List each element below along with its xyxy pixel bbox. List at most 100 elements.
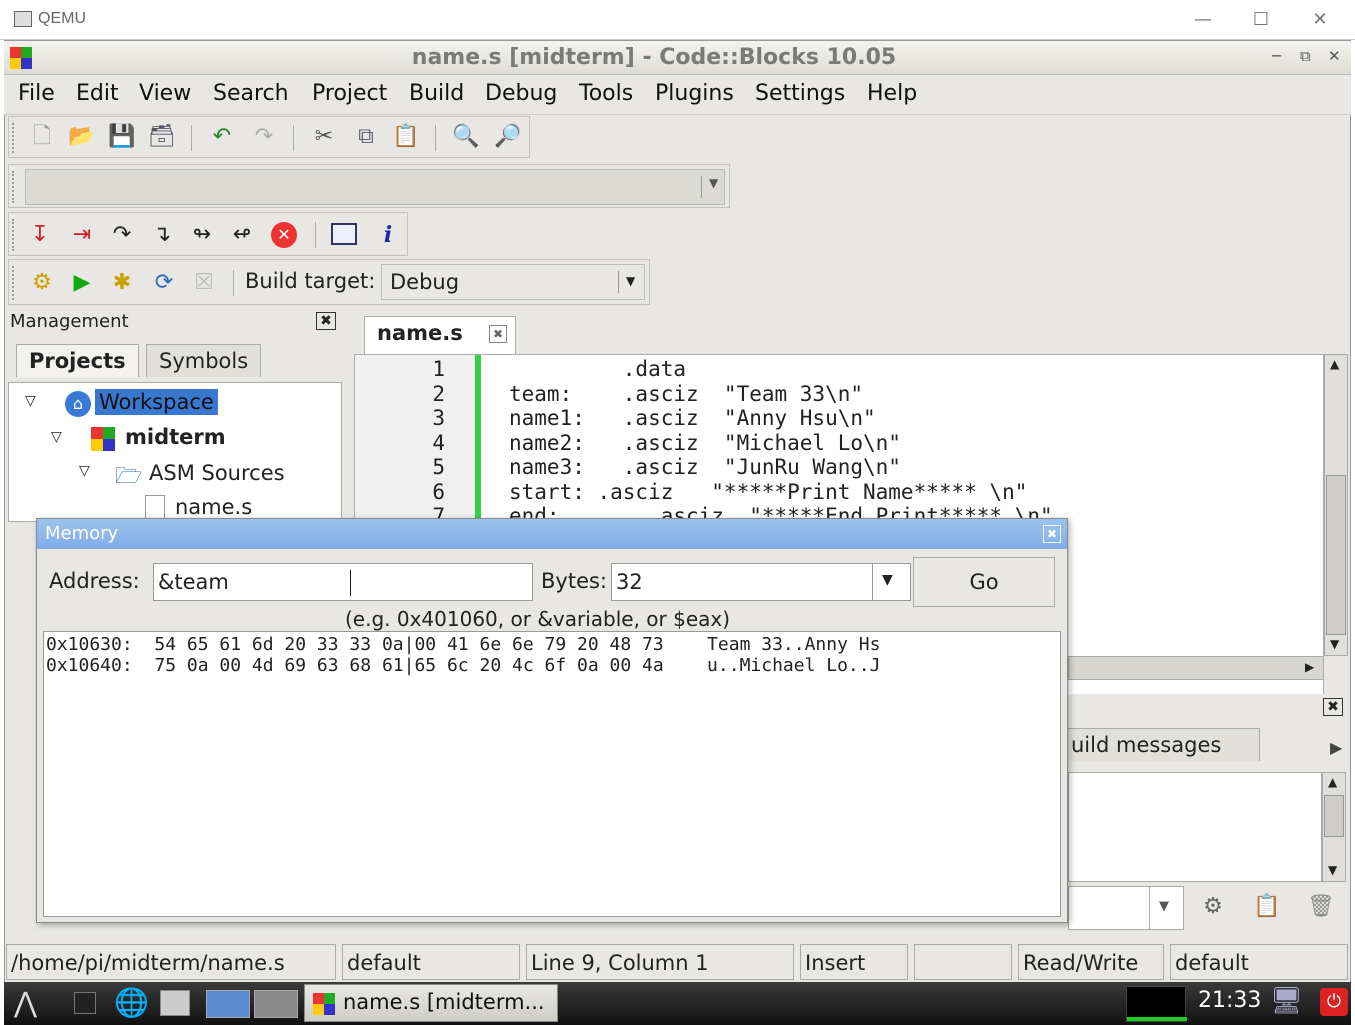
- menu-file[interactable]: File: [18, 81, 55, 106]
- tab-build-messages[interactable]: uild messages: [1058, 728, 1260, 761]
- close-tab-icon[interactable]: ✖: [489, 325, 507, 343]
- editor-vertical-scrollbar[interactable]: ▲ ▼: [1324, 354, 1348, 656]
- close-memory-icon[interactable]: ✖: [1043, 525, 1061, 543]
- go-button[interactable]: Go: [913, 557, 1055, 607]
- scroll-right-icon[interactable]: ▶: [1305, 660, 1314, 674]
- line-text: team: .asciz "Team 33\n": [509, 381, 864, 406]
- tree-file[interactable]: name.s: [175, 495, 252, 519]
- cb-minimize-icon[interactable]: ─: [1272, 47, 1281, 65]
- taskbar-window-button[interactable]: name.s [midterm...: [304, 984, 558, 1022]
- memory-titlebar[interactable]: Memory ✖: [37, 519, 1067, 549]
- logs-panel: ✖ uild messages ▶ ▲ ▼ ▼ ⚙ 📋 🗑: [1058, 694, 1350, 938]
- editor-horizontal-scrollbar[interactable]: ▶: [1068, 656, 1324, 680]
- settings-gears-icon[interactable]: ⚙: [1198, 892, 1228, 922]
- close-logs-icon[interactable]: ✖: [1323, 698, 1343, 716]
- toolbar-grip[interactable]: [12, 123, 14, 153]
- tab-symbols[interactable]: Symbols: [146, 344, 262, 377]
- run-to-cursor-icon[interactable]: ⇥: [67, 220, 97, 250]
- logs-scrollbar[interactable]: ▲ ▼: [1322, 772, 1346, 882]
- next-line-icon[interactable]: ↷: [107, 220, 137, 250]
- menu-search[interactable]: Search: [213, 81, 289, 106]
- redo-icon[interactable]: ↷: [249, 122, 279, 152]
- toolbar-grip-3[interactable]: [12, 219, 14, 251]
- replace-icon[interactable]: 🔎: [493, 122, 523, 152]
- chevron-down-icon: ▼: [1159, 899, 1169, 914]
- toolbar-grip-2[interactable]: [12, 171, 14, 203]
- close-panel-icon[interactable]: ✖: [316, 312, 336, 330]
- address-input[interactable]: &team: [153, 563, 533, 601]
- new-file-icon[interactable]: 🗋: [27, 122, 57, 152]
- main-toolbar: 🗋 📂 💾 🗃 ↶ ↷ ✂ ⧉ 📋 🔍 🔎: [8, 116, 530, 158]
- copy-icon[interactable]: ⧉: [351, 122, 381, 152]
- rebuild-icon[interactable]: ⟳: [149, 268, 179, 298]
- info-icon[interactable]: i: [373, 220, 403, 250]
- collapse-arrow-icon[interactable]: ▽: [51, 429, 62, 445]
- step-out-icon[interactable]: ↫: [227, 220, 257, 250]
- build-and-run-icon[interactable]: ✱: [107, 268, 137, 298]
- line-number: 3: [432, 406, 445, 430]
- menu-edit[interactable]: Edit: [76, 81, 119, 106]
- display-icon[interactable]: 🖥: [1270, 986, 1303, 1016]
- logs-command-combobox[interactable]: ▼: [1068, 886, 1184, 930]
- menu-project[interactable]: Project: [312, 81, 387, 106]
- clock[interactable]: 21:33: [1198, 988, 1261, 1013]
- power-icon[interactable]: ⏻: [1320, 988, 1348, 1016]
- tree-folder[interactable]: ASM Sources: [149, 461, 285, 485]
- menu-plugins[interactable]: Plugins: [655, 81, 734, 106]
- browser-icon[interactable]: 🌐: [114, 986, 149, 1019]
- menu-tools[interactable]: Tools: [579, 81, 633, 106]
- menu-help[interactable]: Help: [867, 81, 917, 106]
- cb-restore-icon[interactable]: ⧉: [1300, 47, 1311, 65]
- find-icon[interactable]: 🔍: [451, 122, 481, 152]
- undo-icon[interactable]: ↶: [207, 122, 237, 152]
- close-icon[interactable]: ✕: [1305, 8, 1335, 32]
- tree-project[interactable]: midterm: [125, 425, 226, 449]
- tab-name-s[interactable]: name.s ✖: [364, 316, 516, 356]
- chevron-down-icon: ▼: [709, 176, 719, 190]
- cb-close-icon[interactable]: ✕: [1328, 47, 1341, 65]
- menu-view[interactable]: View: [139, 81, 191, 106]
- run-icon[interactable]: ▶: [67, 268, 97, 298]
- terminal-icon[interactable]: [74, 992, 96, 1014]
- minimize-icon[interactable]: —: [1188, 8, 1218, 32]
- menu-settings[interactable]: Settings: [755, 81, 845, 106]
- save-icon[interactable]: 💾: [107, 122, 137, 152]
- tab-scroll-right-icon[interactable]: ▶: [1330, 738, 1342, 757]
- scroll-down-icon[interactable]: ▼: [1328, 863, 1337, 877]
- line-text: name3: .asciz "JunRu Wang\n": [509, 455, 901, 479]
- build-gear-icon[interactable]: ⚙: [27, 268, 57, 298]
- scope-combobox[interactable]: ▼: [25, 169, 725, 205]
- stop-debugger-icon[interactable]: ✕: [271, 222, 297, 248]
- clipboard-icon[interactable]: 📋: [1252, 892, 1282, 922]
- step-into-icon[interactable]: ↬: [187, 220, 217, 250]
- cut-icon[interactable]: ✂: [309, 122, 339, 152]
- menu-debug[interactable]: Debug: [485, 81, 557, 106]
- debug-continue-icon[interactable]: ↧: [25, 220, 55, 250]
- workspace-switcher-2[interactable]: [254, 990, 298, 1018]
- scroll-up-icon[interactable]: ▲: [1330, 357, 1339, 371]
- address-label: Address:: [49, 569, 140, 593]
- scroll-down-icon[interactable]: ▼: [1330, 637, 1339, 651]
- tab-projects[interactable]: Projects: [16, 344, 139, 377]
- save-all-icon[interactable]: 🗃: [147, 122, 177, 152]
- trash-icon[interactable]: 🗑: [1306, 892, 1336, 922]
- scroll-thumb[interactable]: [1326, 475, 1346, 635]
- scroll-up-icon[interactable]: ▲: [1328, 775, 1337, 789]
- collapse-arrow-icon[interactable]: ▽: [79, 463, 90, 479]
- scroll-thumb[interactable]: [1324, 795, 1344, 837]
- abort-icon[interactable]: ☒: [189, 268, 219, 298]
- show-desktop-icon[interactable]: [160, 990, 190, 1016]
- collapse-arrow-icon[interactable]: ▽: [25, 393, 36, 409]
- workspace-switcher-1[interactable]: [206, 990, 250, 1018]
- toolbar-grip-4[interactable]: [12, 266, 14, 300]
- paste-icon[interactable]: 📋: [391, 122, 421, 152]
- maximize-icon[interactable]: ☐: [1246, 8, 1276, 32]
- open-file-icon[interactable]: 📂: [67, 122, 97, 152]
- menu-build[interactable]: Build: [409, 81, 464, 106]
- build-target-select[interactable]: Debug ▼: [381, 264, 645, 300]
- tree-workspace[interactable]: Workspace: [95, 389, 218, 415]
- debug-windows-icon[interactable]: [331, 223, 357, 245]
- next-instruction-icon[interactable]: ↴: [147, 220, 177, 250]
- bytes-combobox[interactable]: 32 ▼: [611, 563, 911, 601]
- start-menu-icon[interactable]: ⋀: [14, 986, 37, 1019]
